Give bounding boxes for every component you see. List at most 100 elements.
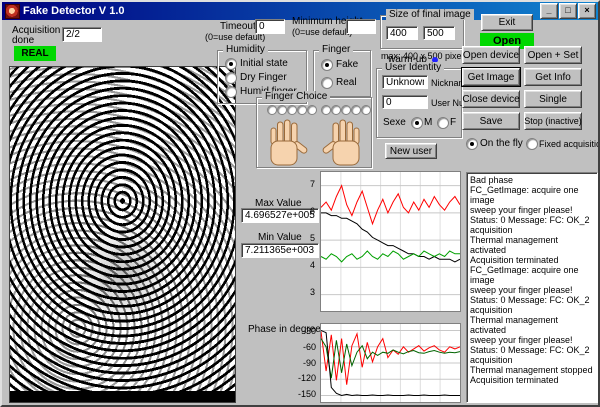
humidity-radio-initial-state[interactable]	[225, 58, 237, 70]
app-icon	[5, 3, 20, 19]
ytick: -150	[297, 389, 316, 399]
acquisition-label-line2: done	[12, 35, 35, 46]
sexe-radio-f[interactable]	[437, 117, 449, 129]
min-value-label: Min Value	[258, 232, 302, 243]
single-button[interactable]: Single	[524, 90, 582, 108]
finger-choice-radio-left-1[interactable]	[267, 105, 277, 115]
log-line: Acquisition terminated	[470, 255, 559, 265]
signal-chart	[320, 171, 461, 312]
finger-option-label: Real	[336, 77, 357, 88]
ytick: -30	[302, 326, 316, 336]
finger-choice-radio-right-5[interactable]	[361, 105, 371, 115]
right-hand-image[interactable]	[319, 117, 365, 167]
log-line: FC_GetImage: acquire one image	[470, 185, 579, 205]
timeout-input[interactable]	[255, 19, 285, 34]
ytick: 7	[309, 179, 315, 189]
phase-chart-plot	[320, 324, 461, 402]
open-set-button[interactable]: Open + Set	[524, 46, 582, 64]
fingerprint-image	[9, 66, 236, 403]
minheight-hint: (0=use default)	[292, 27, 353, 37]
nickname-input[interactable]	[382, 75, 428, 89]
fingerprint-ridges	[10, 67, 235, 402]
log-line: FC_GetImage: acquire one image	[470, 265, 579, 285]
log-line: Acquisition terminated	[470, 375, 559, 385]
exit-button[interactable]: Exit	[481, 14, 533, 31]
mode-radio-fixed-acquisition[interactable]	[526, 138, 538, 150]
log-line: sweep your finger please!	[470, 205, 573, 215]
size-width-input[interactable]	[386, 26, 418, 40]
humidity-radio-humid-finger[interactable]	[225, 86, 237, 98]
finger-choice-radio-left-2[interactable]	[277, 105, 287, 115]
sexe-m-label: M	[424, 117, 433, 128]
finger-choice-radio-left-4[interactable]	[297, 105, 307, 115]
ytick: 4	[309, 260, 315, 270]
close-button[interactable]: ×	[578, 3, 596, 19]
log-line: Status: 0 Message: FC: OK_2 acquisition	[470, 215, 590, 235]
size-group-title: Size of final image	[386, 9, 474, 20]
humidity-option-label: Dry Finger	[240, 72, 287, 83]
close-device-button[interactable]: Close device	[462, 90, 520, 108]
minimize-button[interactable]: _	[540, 3, 558, 19]
app-window: Fake Detector V 1.0 _ □ × Acquisition do…	[0, 0, 600, 407]
finger-choice-radio-right-4[interactable]	[351, 105, 361, 115]
log-line: Thermal management activated	[470, 235, 559, 255]
user-identity-group-title: User Identity	[382, 62, 445, 73]
sexe-radio-m[interactable]	[411, 117, 423, 129]
finger-radio-fake[interactable]	[321, 59, 333, 71]
mode-on-the-fly-label: On the fly	[480, 138, 523, 149]
open-device-button[interactable]: Open device	[462, 46, 520, 64]
log-line: Thermal management activated	[470, 315, 559, 335]
result-badge: REAL	[14, 46, 56, 61]
finger-radio-real[interactable]	[321, 77, 333, 89]
sexe-f-label: F	[450, 117, 457, 128]
get-image-button[interactable]: Get Image	[461, 67, 521, 87]
log-line: sweep your finger please!	[470, 285, 573, 295]
finger-group-title: Finger	[319, 44, 354, 55]
mode-radio-on-the-fly[interactable]	[466, 138, 478, 150]
log-line: Status: 0 Message: FC: OK_2 acquisition	[470, 295, 590, 315]
finger-choice-radio-right-1[interactable]	[321, 105, 331, 115]
log-line: sweep your finger please!	[470, 335, 573, 345]
mode-fixed-acquisition-label: Fixed acquisition	[539, 139, 600, 149]
finger-choice-group: Finger Choice	[256, 91, 372, 168]
finger-choice-radio-left-5[interactable]	[307, 105, 317, 115]
ytick: -90	[302, 357, 316, 368]
finger-group: Finger Fake Real	[313, 44, 371, 97]
save-button[interactable]: Save	[462, 112, 520, 130]
humidity-group-title: Humidity	[223, 44, 268, 55]
fingerprint-bottom-band	[10, 391, 235, 402]
signal-chart-yticks: 7 6 5 4 3	[299, 179, 315, 297]
finger-choice-radio-left-3[interactable]	[287, 105, 297, 115]
ytick: 6	[309, 206, 315, 216]
ytick: -120	[297, 373, 316, 384]
size-group: Size of final image	[380, 9, 474, 49]
finger-choice-radio-right-2[interactable]	[331, 105, 341, 115]
maximize-button[interactable]: □	[559, 3, 577, 19]
log-line: Status: 0 Message: FC: OK_2 acquisition	[470, 345, 590, 365]
finger-choice-radio-right-3[interactable]	[341, 105, 351, 115]
sexe-label: Sexe	[383, 117, 406, 128]
left-hand-image[interactable]	[265, 117, 311, 167]
user-identity-group: User Identity Nickname User Num Sexe M F	[376, 62, 472, 138]
new-user-button[interactable]: New user	[385, 143, 437, 159]
humidity-option-label: Initial state	[240, 58, 288, 69]
get-info-button[interactable]: Get Info	[524, 68, 582, 86]
minheight-input[interactable]	[346, 19, 376, 34]
size-height-input[interactable]	[423, 26, 455, 40]
ytick: 5	[309, 233, 315, 243]
acquisition-count-field[interactable]	[62, 27, 102, 42]
stop-button[interactable]: Stop (inactive)	[524, 112, 582, 130]
log-line: Bad phase	[470, 175, 514, 185]
usernum-input[interactable]	[382, 95, 428, 109]
humidity-radio-dry-finger[interactable]	[225, 72, 237, 84]
phase-chart-yticks: -30 -60 -90 -120 -150	[290, 326, 316, 399]
log-line: Thermal management stopped	[470, 365, 593, 375]
status-log[interactable]: Bad phase FC_GetImage: acquire one image…	[466, 172, 598, 403]
signal-chart-plot	[320, 172, 461, 311]
finger-choice-group-title: Finger Choice	[262, 91, 331, 102]
timeout-label: Timeout	[220, 21, 256, 32]
finger-option-label: Fake	[336, 59, 359, 70]
ytick: 3	[309, 287, 315, 297]
phase-chart	[320, 323, 461, 403]
ytick: -60	[302, 341, 316, 352]
